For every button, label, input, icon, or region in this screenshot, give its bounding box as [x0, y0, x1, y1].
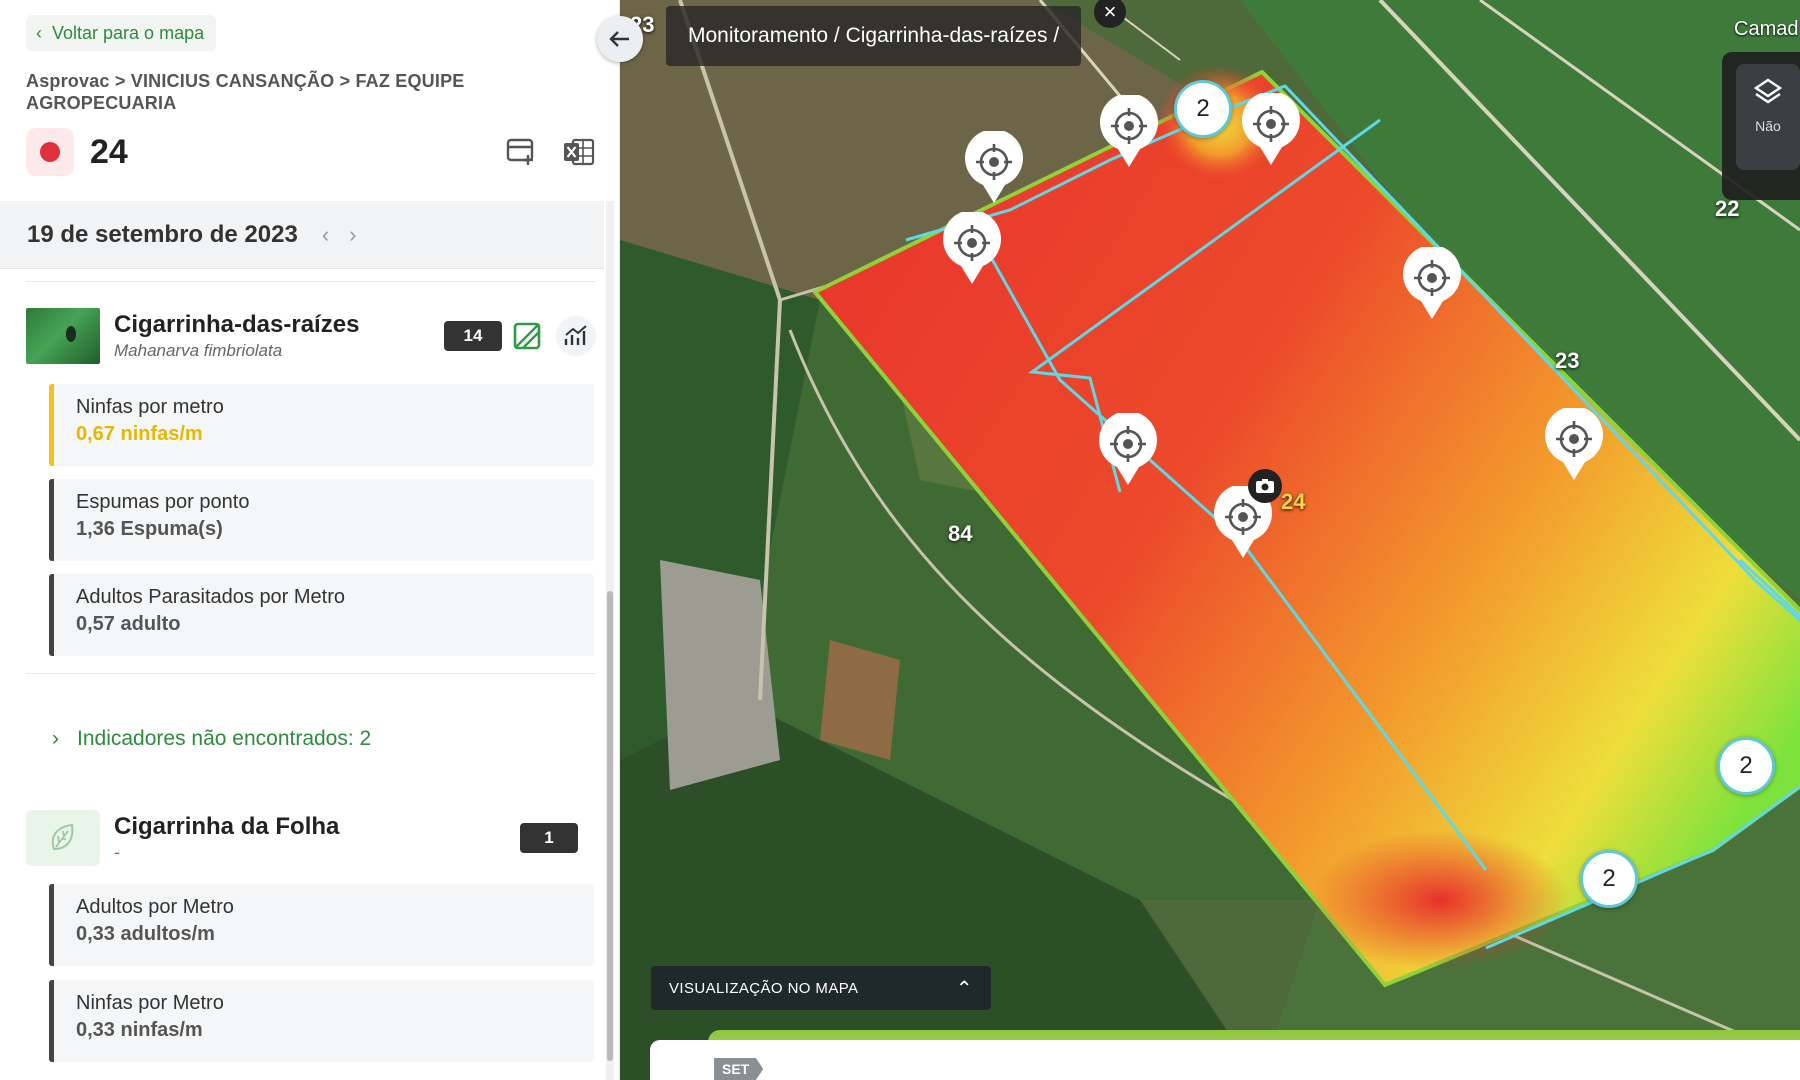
insect-icon	[66, 326, 76, 342]
monitoring-point-pin[interactable]	[963, 129, 1025, 205]
metric-card: Adultos por Metro 0,33 adultos/m	[49, 884, 594, 966]
metric-card: Ninfas por Metro 0,33 ninfas/m	[49, 980, 594, 1062]
sidebar-scrollbar[interactable]	[606, 201, 614, 1080]
leaf-icon	[26, 810, 100, 866]
date-nav: ‹ ›	[322, 222, 357, 248]
plot-label: 84	[948, 521, 973, 546]
monitoring-point-pin[interactable]	[1543, 406, 1605, 482]
timeline-track[interactable]	[650, 1040, 1800, 1080]
satellite-map[interactable]: 2 2 2 23 22 23 84 24	[620, 0, 1800, 1080]
pest-text: Cigarrinha da Folha -	[114, 813, 339, 863]
pest-header-cigarrinha-folha[interactable]: Cigarrinha da Folha - 1	[26, 809, 596, 867]
metric-card: Adultos Parasitados por Metro 0,57 adult…	[49, 574, 594, 656]
metric-label: Ninfas por metro	[76, 396, 224, 418]
plot-actions	[504, 135, 596, 169]
map-heat-icon[interactable]	[510, 319, 544, 353]
status-dot-icon	[40, 142, 60, 162]
metric-label: Adultos Parasitados por Metro	[76, 586, 346, 608]
monitoring-point-pin[interactable]	[1240, 91, 1302, 167]
metric-label: Adultos por Metro	[76, 896, 234, 918]
next-date-icon[interactable]: ›	[349, 222, 356, 248]
divider	[26, 673, 596, 674]
plot-label: 23	[1555, 348, 1580, 373]
metric-value: 0,33 adultos/m	[76, 923, 215, 945]
monitoring-point-pin[interactable]	[1401, 245, 1463, 321]
metric-value: 0,57 adulto	[76, 613, 181, 635]
camera-icon[interactable]	[1248, 469, 1282, 503]
pest-name: Cigarrinha da Folha	[114, 813, 340, 840]
plot-label: 24	[1281, 489, 1306, 514]
add-layout-icon[interactable]	[504, 135, 538, 169]
chevron-up-icon: ⌃	[955, 977, 973, 1000]
metric-card: Espumas por ponto 1,36 Espuma(s)	[49, 479, 594, 561]
pest-scientific-name: Mahanarva fimbriolata	[114, 341, 283, 360]
point-cluster[interactable]: 2	[1717, 737, 1775, 795]
map-canvas	[620, 0, 1800, 1080]
layers-sub-label: Não	[1755, 118, 1781, 134]
chart-icon[interactable]	[556, 316, 596, 356]
metric-label: Espumas por ponto	[76, 491, 250, 513]
chevron-left-icon: ‹	[36, 22, 42, 43]
monitoring-point-pin[interactable]	[1098, 93, 1160, 169]
excel-export-icon[interactable]	[562, 135, 596, 169]
arrow-left-icon	[609, 31, 629, 47]
chevron-right-icon: ›	[52, 727, 59, 750]
date-label: 19 de setembro de 2023	[27, 220, 298, 248]
metric-card: Ninfas por metro 0,67 ninfas/m	[49, 384, 594, 466]
previous-date-icon[interactable]: ‹	[322, 222, 329, 248]
sidebar-panel: ‹ Voltar para o mapa Asprovac > VINICIUS…	[0, 0, 620, 1080]
map-visualization-toggle[interactable]: VISUALIZAÇÃO NO MAPA ⌃	[651, 966, 991, 1010]
visualization-label: VISUALIZAÇÃO NO MAPA	[669, 979, 859, 997]
pest-scientific-name: -	[114, 843, 120, 862]
pest-name: Cigarrinha-das-raízes	[114, 311, 360, 338]
point-cluster[interactable]: 2	[1580, 850, 1638, 908]
metric-value: 0,33 ninfas/m	[76, 1019, 203, 1041]
monitoring-point-pin[interactable]	[941, 210, 1003, 286]
back-to-map-button[interactable]: ‹ Voltar para o mapa	[26, 15, 217, 51]
metric-label: Ninfas por Metro	[76, 992, 224, 1014]
layers-label: Camad	[1734, 18, 1799, 40]
metric-value: 1,36 Espuma(s)	[76, 518, 223, 540]
date-selector: 19 de setembro de 2023 ‹ ›	[0, 201, 604, 269]
not-found-label: Indicadores não encontrados: 2	[77, 727, 372, 750]
pest-header-cigarrinha-raizes[interactable]: Cigarrinha-das-raízes Mahanarva fimbriol…	[26, 307, 596, 365]
point-cluster[interactable]: 2	[1174, 80, 1232, 138]
pest-photo	[26, 308, 100, 364]
indicators-not-found-toggle[interactable]: › Indicadores não encontrados: 2	[52, 727, 371, 751]
collapse-panel-button[interactable]	[597, 16, 643, 62]
map-breadcrumb: Monitoramento / Cigarrinha-das-raízes /	[666, 6, 1082, 66]
plot-number: 24	[90, 132, 128, 171]
monitoring-point-pin[interactable]	[1097, 411, 1159, 487]
breadcrumb: Asprovac > VINICIUS CANSANÇÃO > FAZ EQUI…	[26, 71, 465, 113]
pest-count-badge: 14	[444, 321, 502, 351]
layers-button[interactable]: Não	[1736, 64, 1800, 170]
divider	[26, 281, 596, 282]
pest-count-badge: 1	[520, 823, 578, 853]
plot-header: 24	[26, 127, 596, 177]
layers-icon	[1753, 78, 1783, 104]
metric-value: 0,67 ninfas/m	[76, 423, 203, 445]
status-indicator	[26, 128, 74, 176]
timeline-month-tag: SET	[714, 1058, 764, 1080]
back-to-map-label: Voltar para o mapa	[52, 22, 205, 43]
pest-text: Cigarrinha-das-raízes Mahanarva fimbriol…	[114, 311, 359, 361]
scrollbar-thumb[interactable]	[607, 591, 613, 1061]
